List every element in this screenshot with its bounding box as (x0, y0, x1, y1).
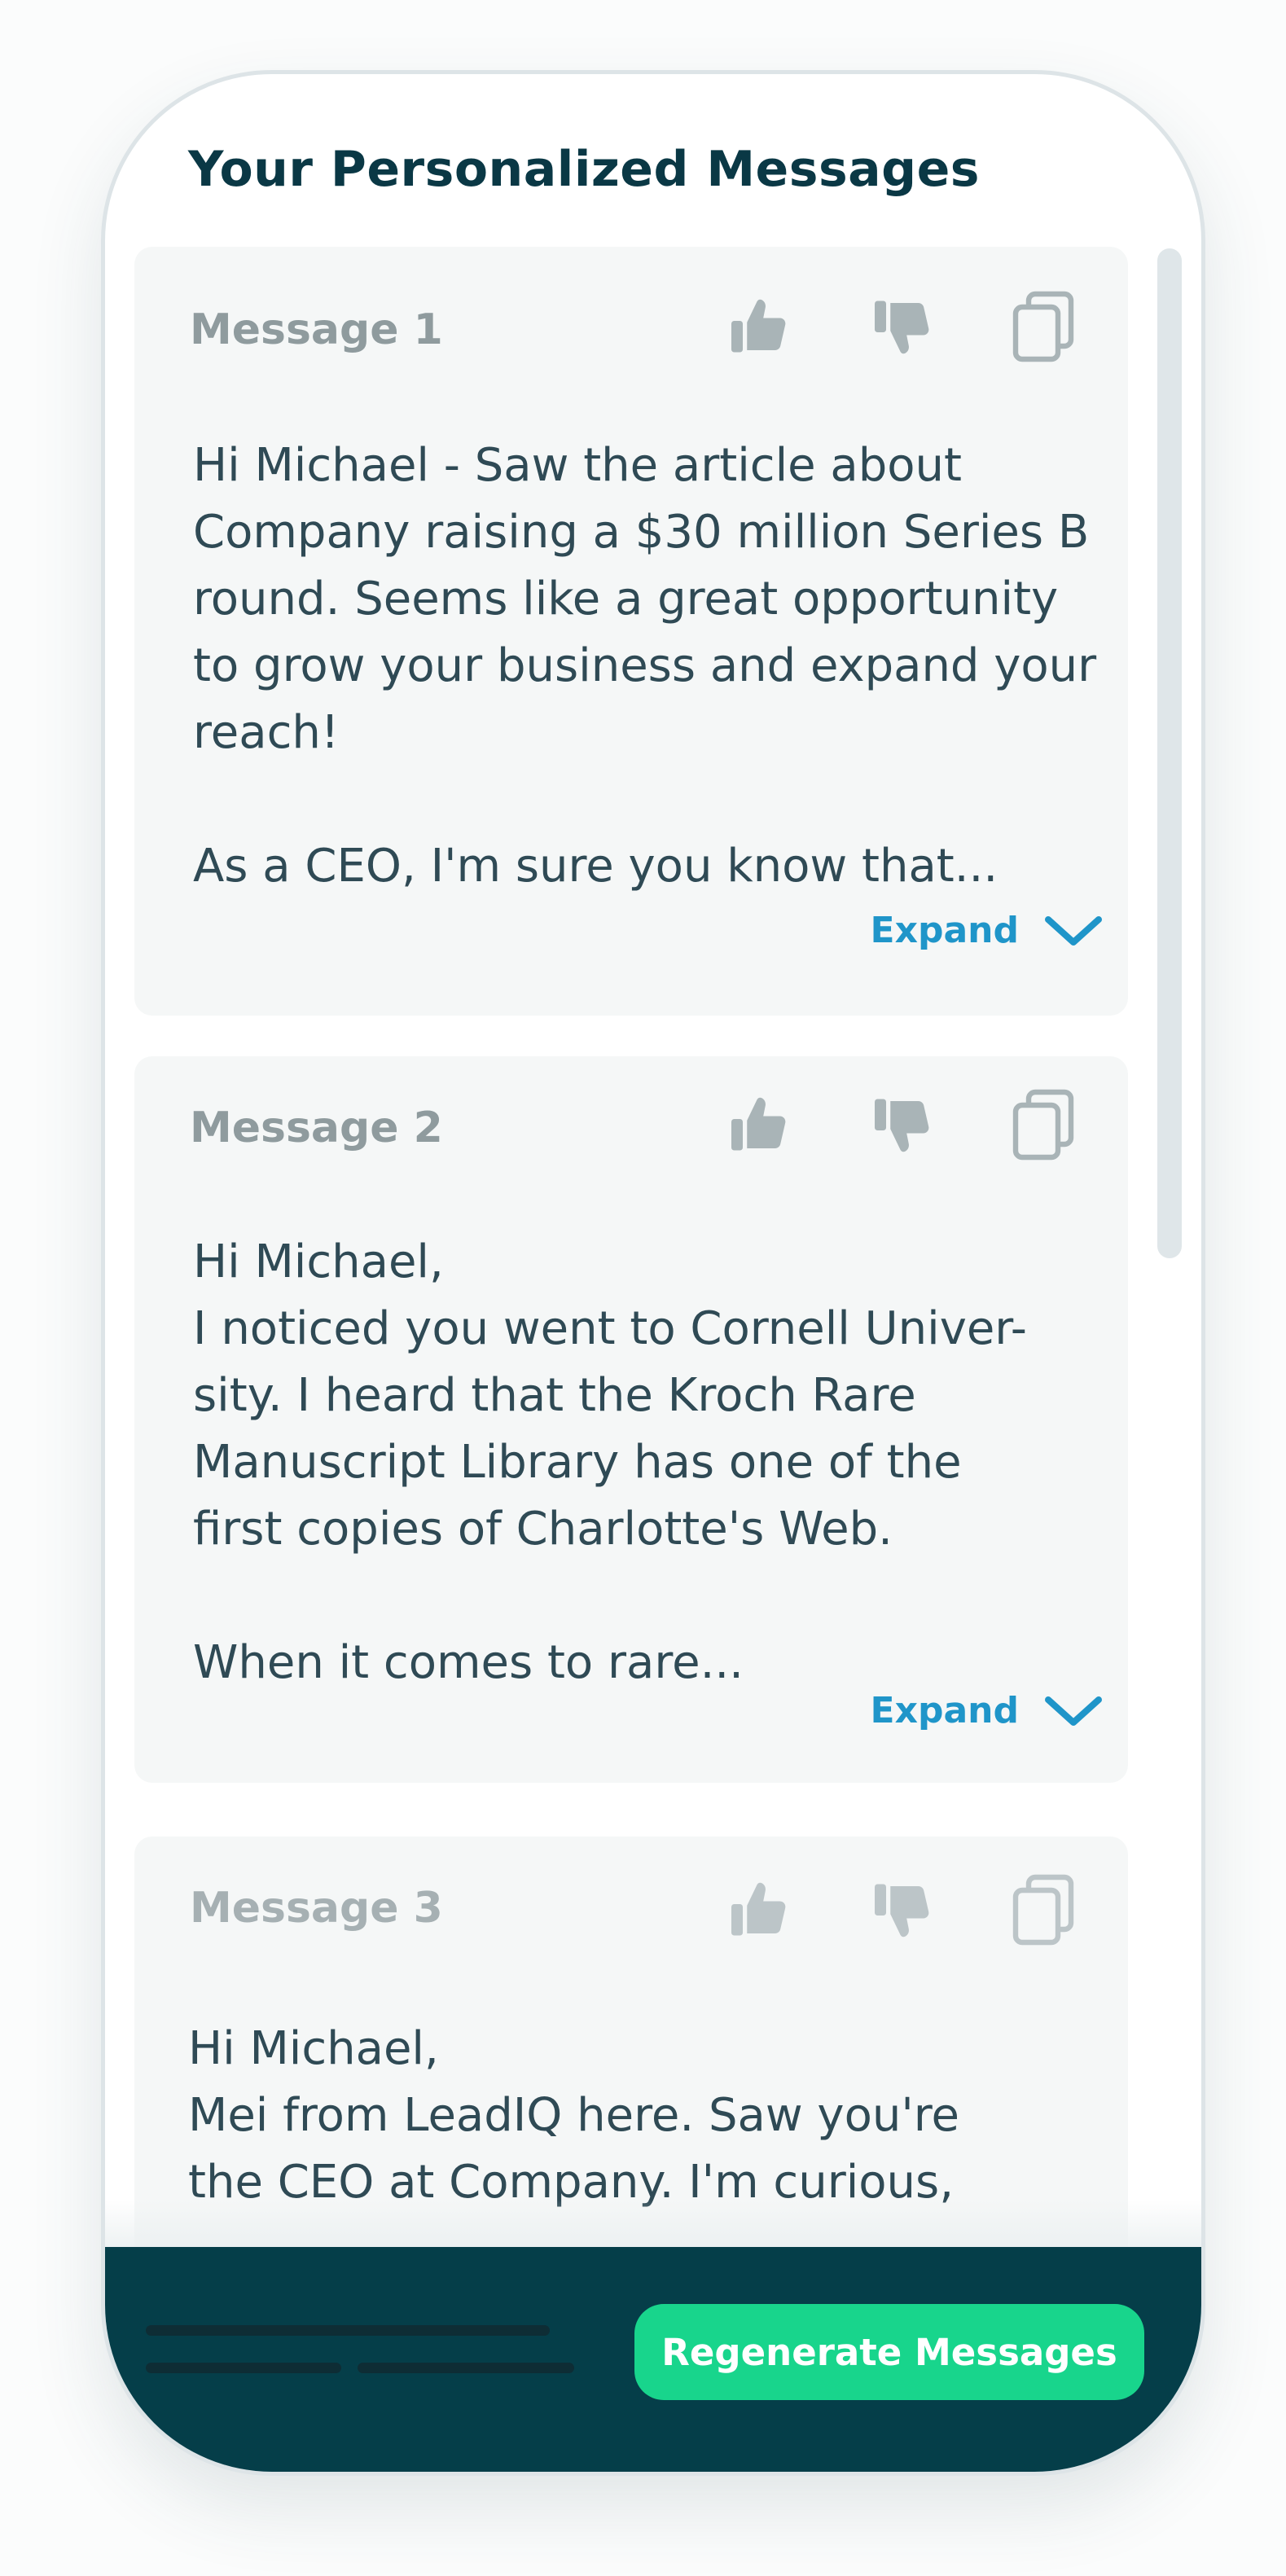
message-body: Hi Michael, I noticed you went to Cornel… (193, 1235, 1027, 1689)
scrollbar[interactable] (1157, 248, 1182, 1258)
placeholder-line (358, 2363, 574, 2373)
chevron-down-icon (1045, 915, 1102, 946)
chevron-down-icon (1045, 1696, 1102, 1726)
thumbs-up-icon[interactable] (719, 1869, 801, 1951)
footer-bar: Regenerate Messages (105, 2247, 1201, 2472)
footer-fade (105, 2200, 1201, 2249)
page-title: Your Personalized Messages (188, 141, 981, 198)
copy-icon[interactable] (1004, 1869, 1086, 1951)
expand-label: Expand (870, 1690, 1019, 1731)
thumbs-down-icon[interactable] (862, 1084, 944, 1165)
message-body: Hi Michael - Saw the article about Compa… (193, 439, 1097, 893)
message-card: Message 1 Hi Michael - Saw the article a… (134, 247, 1128, 1016)
regenerate-messages-button[interactable]: Regenerate Messages (634, 2304, 1144, 2400)
thumbs-down-icon[interactable] (862, 286, 944, 367)
thumbs-up-icon[interactable] (719, 1084, 801, 1165)
message-card: Message 2 Hi Michael, I noticed you went… (134, 1056, 1128, 1783)
thumbs-up-icon[interactable] (719, 286, 801, 367)
copy-icon[interactable] (1004, 1084, 1086, 1165)
message-label: Message 3 (190, 1884, 443, 1933)
message-label: Message 1 (190, 305, 443, 354)
placeholder-line (146, 2363, 341, 2373)
phone-frame: Your Personalized Messages Message 1 Hi … (101, 70, 1205, 2476)
expand-label: Expand (870, 910, 1019, 951)
copy-icon[interactable] (1004, 286, 1086, 367)
message-label: Message 2 (190, 1104, 443, 1152)
thumbs-down-icon[interactable] (862, 1869, 944, 1951)
placeholder-line (146, 2325, 550, 2336)
expand-button[interactable]: Expand (871, 1690, 1104, 1731)
message-body: Hi Michael, Mei from LeadIQ here. Saw yo… (188, 2022, 959, 2209)
expand-button[interactable]: Expand (871, 910, 1104, 951)
